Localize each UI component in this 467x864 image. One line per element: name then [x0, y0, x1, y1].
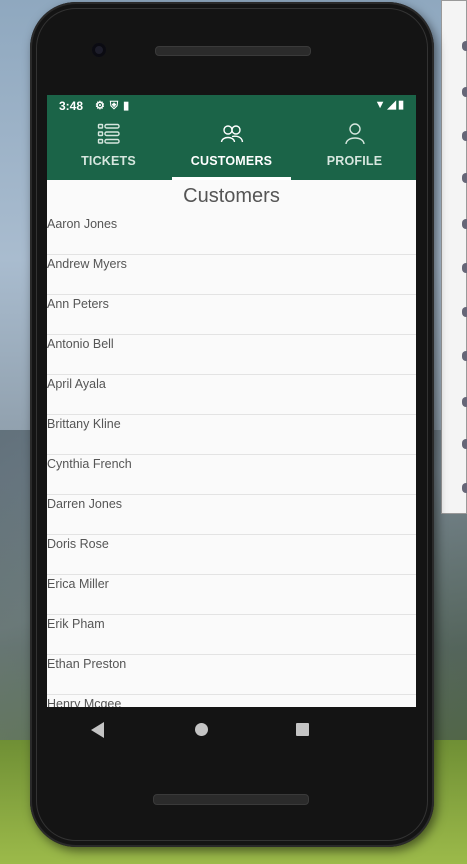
back-icon[interactable]: [91, 722, 104, 738]
emulator-side-panel: [441, 0, 467, 514]
customer-name: Ann Peters: [47, 297, 109, 311]
list-item[interactable]: April Ayala: [47, 375, 416, 415]
customer-name: Ethan Preston: [47, 657, 127, 671]
customer-name: Antonio Bell: [47, 337, 114, 351]
list-item[interactable]: Antonio Bell: [47, 335, 416, 375]
recents-icon[interactable]: [296, 723, 309, 736]
front-camera: [92, 43, 106, 57]
customer-name: April Ayala: [47, 377, 106, 391]
customer-name: Erik Pham: [47, 617, 105, 631]
tab-tickets[interactable]: TICKETS: [47, 115, 170, 180]
wifi-icon: ▼: [374, 99, 388, 111]
sd-card-icon: ▮: [123, 100, 135, 112]
people-icon: [170, 123, 293, 145]
tab-customers[interactable]: CUSTOMERS: [170, 115, 293, 180]
tab-bar: TICKETS CUSTOMERS PROFILE: [47, 115, 416, 180]
signal-icon: ◢: [387, 99, 398, 111]
customer-name: Doris Rose: [47, 537, 109, 551]
customer-name: Erica Miller: [47, 577, 109, 591]
list-item[interactable]: Ethan Preston: [47, 655, 416, 695]
earpiece-speaker: [155, 46, 311, 56]
person-icon: [293, 123, 416, 145]
customer-name: Brittany Kline: [47, 417, 121, 431]
shield-icon: ⛨: [109, 100, 124, 112]
customer-name: Aaron Jones: [47, 217, 118, 231]
list-item[interactable]: Doris Rose: [47, 535, 416, 575]
list-item[interactable]: Darren Jones: [47, 495, 416, 535]
customer-name: Cynthia French: [47, 457, 132, 471]
page-title: Customers: [183, 185, 280, 207]
tab-profile[interactable]: PROFILE: [293, 115, 416, 180]
customer-name: Andrew Myers: [47, 257, 127, 271]
list-item[interactable]: Aaron Jones: [47, 215, 416, 255]
customer-list: Aaron Jones Andrew Myers Ann Peters Anto…: [47, 215, 416, 707]
tab-customers-label: CUSTOMERS: [190, 154, 273, 168]
home-icon[interactable]: [195, 723, 208, 736]
battery-icon: ▮: [397, 99, 406, 111]
app-screen: 3:48 ⚙⛨▮ ▼◢▮ TICKETS CUSTOMERS PROFILE C…: [47, 95, 416, 707]
bottom-speaker: [153, 794, 309, 805]
list-item[interactable]: Cynthia French: [47, 455, 416, 495]
customer-name: Darren Jones: [47, 497, 123, 511]
list-item[interactable]: Andrew Myers: [47, 255, 416, 295]
list-item[interactable]: Brittany Kline: [47, 415, 416, 455]
gear-icon: ⚙: [95, 100, 110, 112]
list-item[interactable]: Erica Miller: [47, 575, 416, 615]
list-icon: [47, 123, 170, 145]
tab-tickets-label: TICKETS: [81, 154, 136, 168]
status-bar: 3:48 ⚙⛨▮ ▼◢▮: [47, 95, 416, 115]
list-item[interactable]: Ann Peters: [47, 295, 416, 335]
list-item[interactable]: Erik Pham: [47, 615, 416, 655]
android-nav-bar: [0, 706, 467, 751]
status-time: 3:48: [59, 99, 84, 113]
tab-profile-label: PROFILE: [326, 154, 383, 168]
